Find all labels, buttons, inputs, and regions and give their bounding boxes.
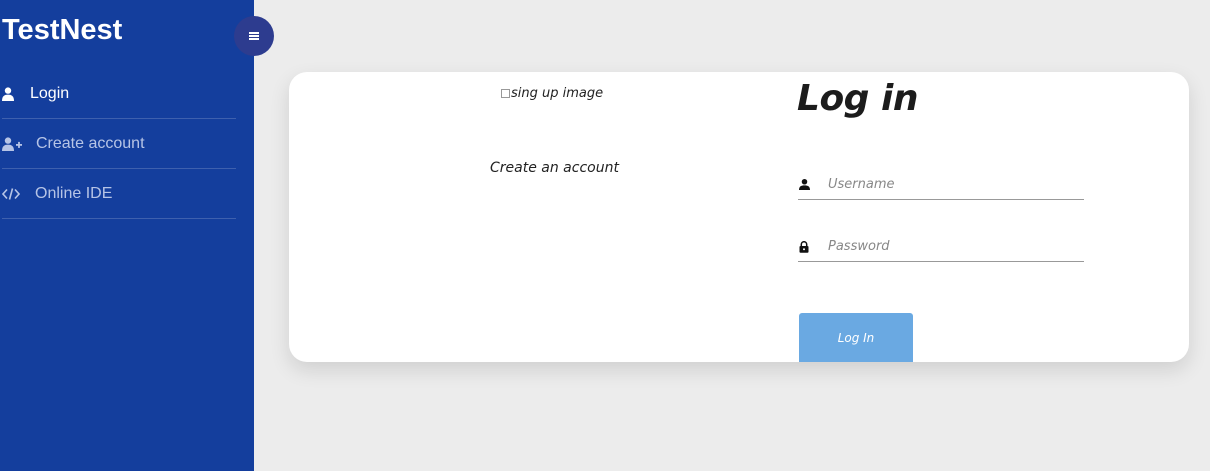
broken-image-icon xyxy=(501,89,510,98)
sidebar-item-online-ide[interactable]: Online IDE xyxy=(2,169,236,219)
create-account-link[interactable]: Create an account xyxy=(490,160,619,176)
sidebar: TestNest Login Create account Online IDE xyxy=(0,0,254,471)
user-icon xyxy=(798,179,828,190)
lock-icon xyxy=(798,240,828,253)
user-plus-icon xyxy=(2,136,36,151)
code-icon xyxy=(2,187,35,200)
username-field xyxy=(798,170,1084,200)
sidebar-toggle-button[interactable] xyxy=(234,16,274,56)
sidebar-item-login[interactable]: Login xyxy=(2,70,236,119)
brand-title: TestNest xyxy=(2,14,123,46)
menu-icon xyxy=(249,32,259,40)
sidebar-item-create-account[interactable]: Create account xyxy=(2,119,236,169)
sidebar-item-label: Create account xyxy=(36,134,145,152)
signup-image: sing up image xyxy=(501,86,603,101)
login-card: sing up image Create an account Log in L… xyxy=(289,72,1189,362)
page-title: Log in xyxy=(797,78,918,119)
sidebar-item-label: Login xyxy=(30,85,70,102)
signup-image-alt-text: sing up image xyxy=(511,86,604,101)
username-input[interactable] xyxy=(828,177,1068,192)
password-input[interactable] xyxy=(828,239,1068,254)
sidebar-nav: Login Create account Online IDE xyxy=(2,70,236,219)
user-icon xyxy=(2,87,30,101)
login-button[interactable]: Log In xyxy=(799,313,913,362)
password-field xyxy=(798,232,1084,262)
sidebar-item-label: Online IDE xyxy=(35,184,113,202)
